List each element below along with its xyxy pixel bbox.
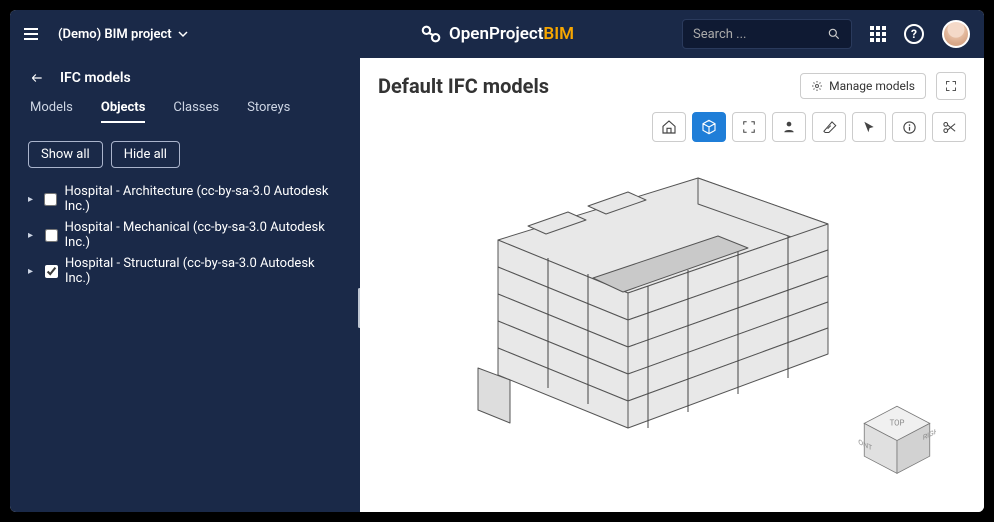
brand-suffix: BIM — [543, 24, 574, 44]
tree-label: Hospital - Architecture (cc-by-sa-3.0 Au… — [64, 184, 342, 214]
sidebar-title: IFC models — [60, 70, 131, 86]
eraser-icon — [822, 120, 837, 135]
cube-icon — [701, 119, 717, 135]
sidebar-tabs: Models Objects Classes Storeys — [28, 100, 342, 123]
app-frame: (Demo) BIM project OpenProjectBIM Search… — [10, 10, 984, 512]
top-navbar: (Demo) BIM project OpenProjectBIM Search… — [10, 10, 984, 58]
viewer-canvas[interactable]: TOP FRONT RIGHT — [378, 152, 966, 498]
main-body: IFC models Models Objects Classes Storey… — [10, 58, 984, 512]
topnav-icons: ? — [870, 20, 970, 48]
section-button[interactable] — [932, 112, 966, 142]
tree-label: Hospital - Structural (cc-by-sa-3.0 Auto… — [65, 256, 342, 286]
checkbox-structural[interactable] — [45, 265, 58, 278]
avatar[interactable] — [942, 20, 970, 48]
tree-item-architecture[interactable]: ▸ Hospital - Architecture (cc-by-sa-3.0 … — [28, 184, 342, 214]
firstperson-button[interactable] — [772, 112, 806, 142]
tree-item-mechanical[interactable]: ▸ Hospital - Mechanical (cc-by-sa-3.0 Au… — [28, 220, 342, 250]
info-button[interactable] — [892, 112, 926, 142]
search-input[interactable]: Search ... — [682, 19, 852, 49]
gear-icon — [811, 80, 823, 92]
chevron-down-icon — [178, 29, 188, 39]
brand-logo: OpenProjectBIM — [420, 23, 574, 45]
eraser-button[interactable] — [812, 112, 846, 142]
chevron-right-icon[interactable]: ▸ — [28, 266, 38, 277]
select-button[interactable] — [852, 112, 886, 142]
main-panel: Default IFC models Manage models — [360, 58, 984, 512]
nav-cube[interactable]: TOP FRONT RIGHT — [858, 400, 936, 478]
tab-objects[interactable]: Objects — [101, 100, 146, 123]
back-arrow-icon[interactable] — [28, 71, 46, 85]
viewer-toolbar — [378, 112, 966, 142]
search-icon — [827, 27, 841, 41]
chevron-right-icon[interactable]: ▸ — [28, 230, 38, 241]
chevron-right-icon[interactable]: ▸ — [28, 194, 37, 205]
tree-label: Hospital - Mechanical (cc-by-sa-3.0 Auto… — [65, 220, 342, 250]
hide-all-button[interactable]: Hide all — [111, 141, 180, 168]
apps-grid-icon[interactable] — [870, 26, 886, 42]
tab-classes[interactable]: Classes — [173, 100, 219, 123]
building-model — [438, 158, 858, 478]
tab-storeys[interactable]: Storeys — [247, 100, 290, 123]
search-placeholder: Search ... — [693, 27, 827, 42]
expand-icon — [945, 80, 957, 92]
scissors-icon — [942, 120, 957, 135]
person-icon — [782, 120, 796, 134]
checkbox-architecture[interactable] — [44, 193, 57, 206]
sidebar: IFC models Models Objects Classes Storey… — [10, 58, 360, 512]
home-button[interactable] — [652, 112, 686, 142]
tab-models[interactable]: Models — [30, 100, 73, 123]
hamburger-icon[interactable] — [24, 24, 44, 44]
help-icon[interactable]: ? — [904, 24, 924, 44]
show-all-button[interactable]: Show all — [28, 141, 103, 168]
manage-models-label: Manage models — [829, 79, 915, 93]
tree-item-structural[interactable]: ▸ Hospital - Structural (cc-by-sa-3.0 Au… — [28, 256, 342, 286]
page-title: Default IFC models — [378, 74, 549, 98]
project-selector[interactable]: (Demo) BIM project — [58, 27, 188, 42]
object-tree: ▸ Hospital - Architecture (cc-by-sa-3.0 … — [28, 184, 342, 286]
cube-face-top: TOP — [890, 419, 905, 428]
cursor-icon — [862, 120, 876, 134]
expand-button[interactable] — [936, 72, 966, 100]
checkbox-mechanical[interactable] — [45, 229, 58, 242]
cube-view-button[interactable] — [692, 112, 726, 142]
info-icon — [902, 120, 917, 135]
manage-models-button[interactable]: Manage models — [800, 73, 926, 99]
brand-main: OpenProject — [449, 24, 543, 44]
brand-icon — [420, 23, 442, 45]
home-icon — [661, 119, 677, 135]
project-name: (Demo) BIM project — [58, 27, 172, 42]
fullscreen-view-button[interactable] — [732, 112, 766, 142]
fullscreen-icon — [742, 120, 756, 134]
